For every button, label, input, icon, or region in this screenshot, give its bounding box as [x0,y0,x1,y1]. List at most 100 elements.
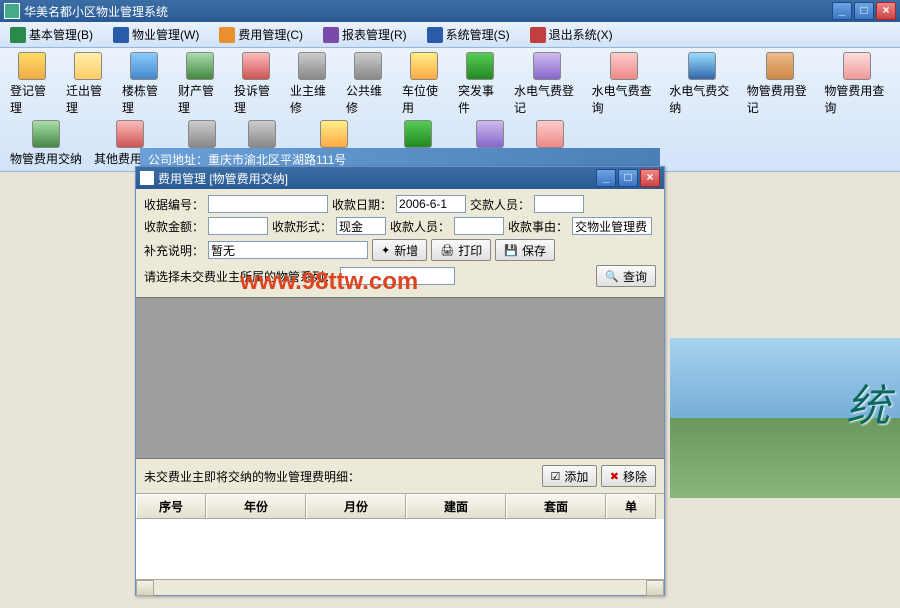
tool-10[interactable]: 水电气费查询 [586,50,664,118]
system-icon [427,27,443,43]
globe-icon [113,27,129,43]
tool-icon [843,52,871,80]
tool-1[interactable]: 迁出管理 [60,50,116,118]
tool-icon [116,120,144,148]
tool-icon [18,52,46,80]
dialog-close-button[interactable]: × [640,169,660,187]
col-unit[interactable]: 单 [606,494,656,519]
label-amount: 收款金额： [144,218,204,235]
tool-6[interactable]: 公共维修 [340,50,396,118]
tool-icon [766,52,794,80]
label-receipt-no: 收据编号： [144,196,204,213]
menu-system[interactable]: 系统管理(S) [421,24,516,45]
tool-0[interactable]: 登记管理 [4,50,60,118]
col-build-area[interactable]: 建面 [406,494,506,519]
menubar: 基本管理(B) 物业管理(W) 费用管理(C) 报表管理(R) 系统管理(S) … [0,22,900,48]
tool-icon [32,120,60,148]
watermark: www.98ttw.com [240,268,418,296]
dialog-maximize-button[interactable]: □ [618,169,638,187]
col-month[interactable]: 月份 [306,494,406,519]
exit-icon [530,27,546,43]
label-receipt-date: 收款日期： [332,196,392,213]
tool-icon [320,120,348,148]
tool-icon [298,52,326,80]
tool-icon [248,120,276,148]
label-payer: 交款人员： [470,196,530,213]
coin-icon [219,27,235,43]
menu-basic[interactable]: 基本管理(B) [4,24,99,45]
tool-icon [533,52,561,80]
tool-icon [476,120,504,148]
tool2-0[interactable]: 物管费用交纳 [4,118,88,169]
label-remark: 补充说明： [144,242,204,259]
col-sn[interactable]: 序号 [136,494,206,519]
label-cashier: 收款人员： [390,218,450,235]
receipt-no-field[interactable] [208,195,328,213]
main-titlebar: 华美名都小区物业管理系统 _ □ × [0,0,900,22]
dialog-title: 费用管理 [物管费用交纳] [158,170,596,187]
payer-field[interactable] [534,195,584,213]
tool-12[interactable]: 物管费用登记 [741,50,819,118]
print-button[interactable]: 🖨打印 [431,239,491,261]
remark-field[interactable] [208,241,368,259]
menu-fee[interactable]: 费用管理(C) [213,24,309,45]
tool-9[interactable]: 水电气费登记 [508,50,586,118]
tool-icon [610,52,638,80]
detail-label: 未交费业主即将交纳的物业管理费明细： [144,468,542,485]
app-title: 华美名都小区物业管理系统 [24,3,832,20]
reason-field[interactable] [572,217,652,235]
save-button[interactable]: 💾保存 [495,239,555,261]
label-reason: 收款事由： [508,218,568,235]
col-suite-area[interactable]: 套面 [506,494,606,519]
remove-icon: ✖ [610,470,619,483]
detail-bar: 未交费业主即将交纳的物业管理费明细： ☑添加 ✖移除 [136,459,664,493]
print-icon: 🖨 [440,244,454,257]
tool-5[interactable]: 业主维修 [284,50,340,118]
minimize-button[interactable]: _ [832,2,852,20]
tool-2[interactable]: 楼栋管理 [116,50,172,118]
tool-icon [404,120,432,148]
owner-list-panel [136,297,664,459]
bg-brand: 统 [846,370,890,434]
dialog-minimize-button[interactable]: _ [596,169,616,187]
dialog-titlebar: 费用管理 [物管费用交纳] _ □ × [136,167,664,189]
grid-header: 序号 年份 月份 建面 套面 单 [136,493,664,519]
tool-icon [410,52,438,80]
gear-icon [10,27,26,43]
tool-icon [186,52,214,80]
receipt-date-field[interactable] [396,195,466,213]
col-year[interactable]: 年份 [206,494,306,519]
tool-icon [466,52,494,80]
close-button[interactable]: × [876,2,896,20]
horizontal-scrollbar[interactable] [136,579,664,595]
app-icon [4,3,20,19]
tool-icon [536,120,564,148]
label-method: 收款形式： [272,218,332,235]
remove-button[interactable]: ✖移除 [601,465,656,487]
menu-report[interactable]: 报表管理(R) [317,24,413,45]
new-icon: ✦ [381,244,390,257]
query-button[interactable]: 🔍查询 [596,265,656,287]
tool-4[interactable]: 投诉管理 [228,50,284,118]
new-button[interactable]: ✦新增 [372,239,427,261]
method-field[interactable] [336,217,386,235]
fee-dialog: 费用管理 [物管费用交纳] _ □ × 收据编号： 收款日期： 交款人员： 收款… [135,166,665,596]
tool-icon [242,52,270,80]
menu-exit[interactable]: 退出系统(X) [524,24,619,45]
grid-body [136,519,664,579]
maximize-button[interactable]: □ [854,2,874,20]
tool-3[interactable]: 财产管理 [172,50,228,118]
tool-icon [188,120,216,148]
tool-13[interactable]: 物管费用查询 [818,50,896,118]
dialog-icon [140,171,154,185]
tool-icon [688,52,716,80]
cashier-field[interactable] [454,217,504,235]
tool-8[interactable]: 突发事件 [452,50,508,118]
menu-property[interactable]: 物业管理(W) [107,24,205,45]
add-button[interactable]: ☑添加 [542,465,598,487]
search-icon: 🔍 [605,270,619,283]
tool-7[interactable]: 车位使用 [396,50,452,118]
amount-field[interactable] [208,217,268,235]
tool-11[interactable]: 水电气费交纳 [663,50,741,118]
save-icon: 💾 [504,244,518,257]
